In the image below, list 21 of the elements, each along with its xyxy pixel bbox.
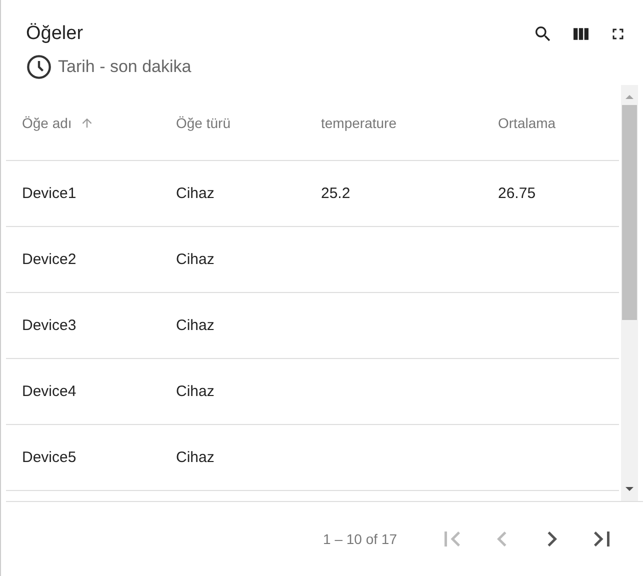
page-range: 1 – 10 of 17 xyxy=(323,531,397,547)
column-header[interactable]: Öğe türü xyxy=(176,114,230,130)
table-cell: 25.2 xyxy=(321,185,350,202)
table-cell: Device5 xyxy=(22,449,76,466)
table-cell: Cihaz xyxy=(176,317,214,334)
column-header[interactable]: Ortalama xyxy=(498,114,556,130)
clock-icon xyxy=(26,54,52,80)
table-cell: Device4 xyxy=(22,383,76,400)
time-window-label: Tarih - son dakika xyxy=(58,57,192,77)
table-cell: Cihaz xyxy=(176,383,214,400)
column-header[interactable]: temperature xyxy=(321,114,396,130)
table-cell: Device1 xyxy=(22,185,76,202)
card-title: Öğeler xyxy=(26,22,84,46)
table-cell: Cihaz xyxy=(176,185,214,202)
table-cell: Device2 xyxy=(22,251,76,268)
search-icon[interactable] xyxy=(533,24,553,44)
table-cell: 26.75 xyxy=(498,185,536,202)
column-header[interactable]: Öğe adı xyxy=(22,114,72,130)
table-cell: Cihaz xyxy=(176,449,214,466)
table-cell: Cihaz xyxy=(176,251,214,268)
table-cell: Device3 xyxy=(22,317,76,334)
